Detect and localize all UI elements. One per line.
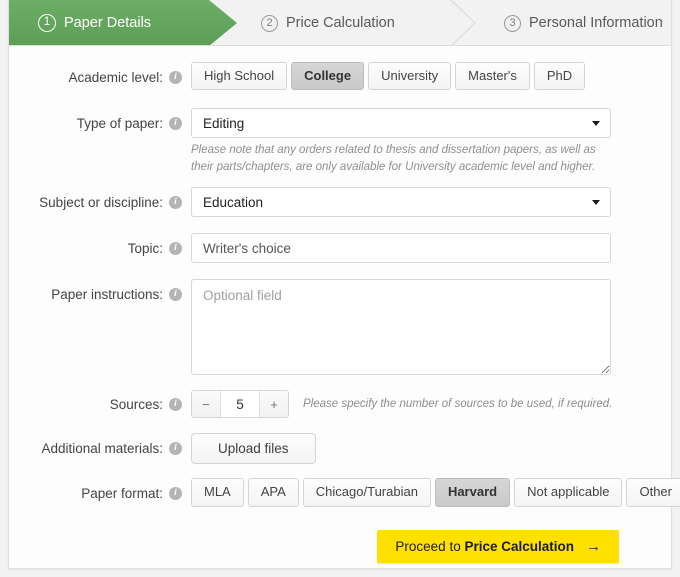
sources-value[interactable]: 5 bbox=[220, 391, 260, 418]
step-tab-personal-information[interactable]: 3 Personal Information bbox=[504, 0, 663, 45]
info-icon-type-of-paper[interactable]: i bbox=[169, 116, 182, 130]
label-sources: Sources: i bbox=[9, 389, 191, 419]
step-label-3: Personal Information bbox=[529, 15, 663, 31]
row-topic: Topic: i bbox=[9, 233, 671, 264]
order-form-page: 1 Paper Details 2 Price Calculation 3 Pe… bbox=[0, 0, 680, 577]
row-academic-level: Academic level: i High School College Un… bbox=[9, 62, 671, 92]
segmented-paper-format: MLA APA Chicago/Turabian Harvard Not app… bbox=[191, 478, 680, 507]
sources-increment-button[interactable]: + bbox=[260, 391, 288, 418]
label-paper-format: Paper format: i bbox=[9, 478, 191, 508]
academic-level-option-university[interactable]: University bbox=[368, 62, 452, 91]
step-label-2: Price Calculation bbox=[286, 15, 395, 31]
step-label-1: Paper Details bbox=[64, 15, 152, 31]
proceed-prefix: Proceed to bbox=[395, 539, 465, 555]
field-academic-level: High School College University Master's … bbox=[191, 62, 645, 91]
step-tab-paper-details[interactable]: 1 Paper Details bbox=[9, 0, 237, 45]
sources-decrement-button[interactable]: − bbox=[192, 391, 220, 418]
segmented-academic-level: High School College University Master's … bbox=[191, 62, 645, 91]
hint-sources: Please specify the number of sources to … bbox=[303, 398, 613, 411]
label-academic-level: Academic level: i bbox=[9, 62, 191, 92]
row-additional-materials: Additional materials: i Upload files bbox=[9, 433, 671, 465]
label-paper-instructions: Paper instructions: i bbox=[9, 279, 191, 309]
proceed-label: Proceed to Price Calculation bbox=[395, 539, 574, 554]
upload-files-button[interactable]: Upload files bbox=[191, 433, 316, 465]
field-paper-format: MLA APA Chicago/Turabian Harvard Not app… bbox=[191, 478, 680, 507]
select-subject[interactable]: Education bbox=[191, 187, 611, 218]
paper-format-option-apa[interactable]: APA bbox=[247, 478, 299, 507]
row-subject: Subject or discipline: i Education bbox=[9, 187, 671, 218]
info-icon-additional-materials[interactable]: i bbox=[169, 441, 182, 455]
field-topic bbox=[191, 233, 645, 264]
paper-details-form: Academic level: i High School College Un… bbox=[9, 46, 680, 564]
proceed-to-price-calculation-button[interactable]: Proceed to Price Calculation → bbox=[377, 530, 619, 564]
paper-format-option-other[interactable]: Other bbox=[626, 478, 680, 507]
arrow-right-icon: → bbox=[586, 538, 601, 556]
select-type-of-paper[interactable]: Editing bbox=[191, 108, 611, 138]
sources-stepper: − 5 + bbox=[191, 390, 289, 419]
paper-format-option-mla[interactable]: MLA bbox=[191, 478, 244, 507]
paper-format-option-harvard[interactable]: Harvard bbox=[434, 478, 511, 507]
step-progress-bar: 1 Paper Details 2 Price Calculation 3 Pe… bbox=[9, 0, 671, 46]
field-subject: Education bbox=[191, 187, 645, 218]
paper-format-option-not-applicable[interactable]: Not applicable bbox=[514, 478, 623, 507]
step-divider-1 bbox=[449, 0, 479, 45]
field-additional-materials: Upload files bbox=[191, 433, 645, 465]
row-paper-format: Paper format: i MLA APA Chicago/Turabian… bbox=[9, 478, 680, 508]
step-number-badge-2: 2 bbox=[261, 14, 278, 32]
info-icon-paper-instructions[interactable]: i bbox=[169, 287, 182, 301]
info-icon-sources[interactable]: i bbox=[169, 397, 182, 411]
academic-level-option-phd[interactable]: PhD bbox=[533, 62, 586, 91]
label-type-of-paper: Type of paper: i bbox=[9, 108, 191, 138]
paper-instructions-textarea[interactable] bbox=[191, 279, 611, 376]
academic-level-option-college[interactable]: College bbox=[291, 62, 365, 91]
info-icon-academic-level[interactable]: i bbox=[169, 70, 182, 84]
academic-level-option-masters[interactable]: Master's bbox=[455, 62, 530, 91]
info-icon-subject[interactable]: i bbox=[169, 195, 182, 209]
select-subject-value[interactable]: Education bbox=[191, 187, 611, 218]
field-sources: − 5 + Please specify the number of sourc… bbox=[191, 389, 645, 419]
order-form-card: 1 Paper Details 2 Price Calculation 3 Pe… bbox=[8, 0, 680, 569]
form-footer: Proceed to Price Calculation → bbox=[9, 516, 671, 564]
paper-format-option-chicago-turabian[interactable]: Chicago/Turabian bbox=[302, 478, 431, 507]
info-icon-paper-format[interactable]: i bbox=[169, 486, 182, 500]
field-type-of-paper: Editing Please note that any orders rela… bbox=[191, 108, 645, 175]
academic-level-option-high-school[interactable]: High School bbox=[191, 62, 288, 91]
label-additional-materials: Additional materials: i bbox=[9, 433, 191, 463]
row-type-of-paper: Type of paper: i Editing Please note tha… bbox=[9, 108, 671, 175]
step-number-badge-3: 3 bbox=[504, 14, 521, 32]
row-paper-instructions: Paper instructions: i bbox=[9, 279, 671, 376]
row-sources: Sources: i − 5 + Please specify the numb… bbox=[9, 389, 671, 419]
topic-input[interactable] bbox=[191, 233, 611, 264]
select-type-of-paper-value[interactable]: Editing bbox=[191, 108, 611, 138]
step-number-badge-1: 1 bbox=[38, 14, 56, 32]
hint-type-of-paper: Please note that any orders related to t… bbox=[191, 144, 596, 173]
field-paper-instructions bbox=[191, 279, 645, 376]
label-subject: Subject or discipline: i bbox=[9, 187, 191, 217]
proceed-strong: Price Calculation bbox=[464, 539, 574, 555]
step-tab-price-calculation[interactable]: 2 Price Calculation bbox=[261, 0, 395, 45]
info-icon-topic[interactable]: i bbox=[169, 241, 182, 255]
label-topic: Topic: i bbox=[9, 233, 191, 263]
